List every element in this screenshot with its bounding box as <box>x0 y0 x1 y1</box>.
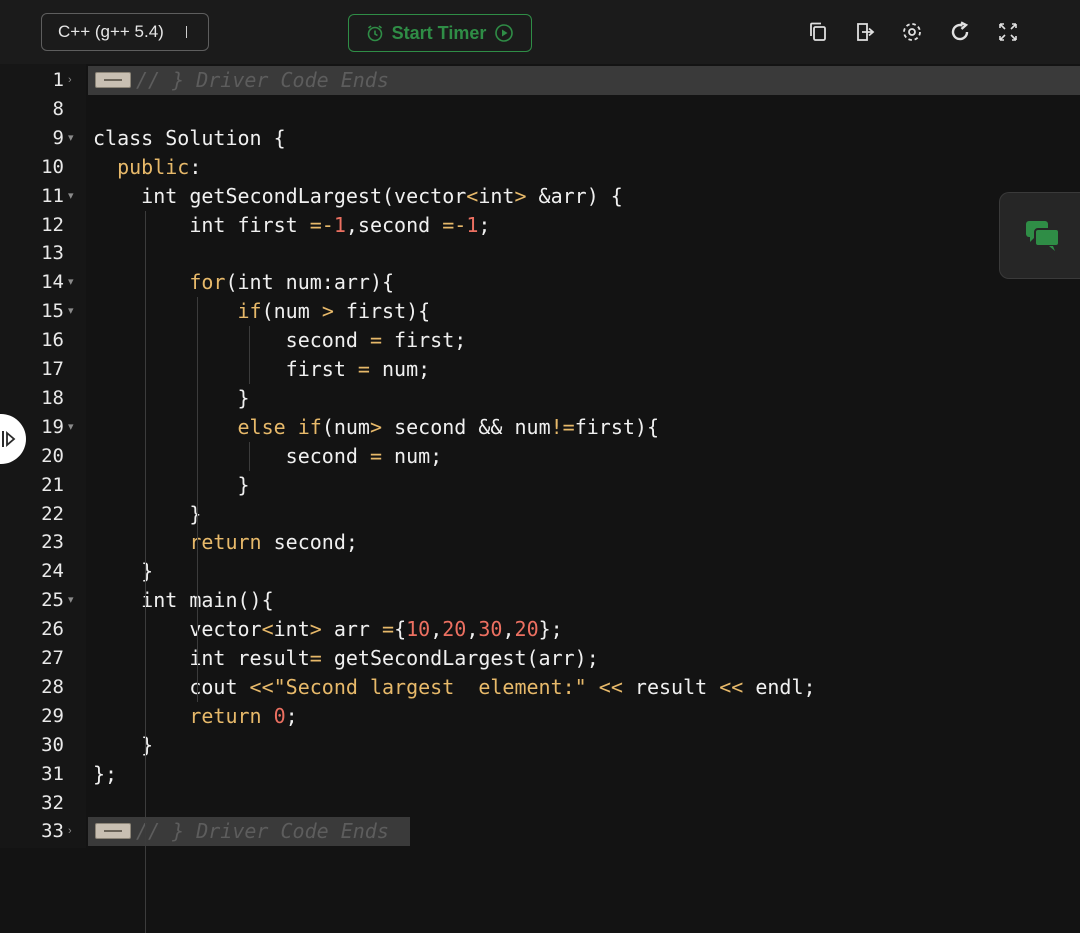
line-number: 8 <box>0 95 64 124</box>
code-line[interactable]: int result= getSecondLargest(arr); <box>93 644 599 673</box>
line-number: 32 <box>0 789 64 818</box>
copy-icon[interactable] <box>805 19 831 45</box>
start-timer-button[interactable]: Start Timer <box>348 14 532 52</box>
language-select[interactable]: C++ (g++ 5.4) <box>41 13 209 51</box>
code-line[interactable]: // } Driver Code Ends <box>136 817 389 846</box>
fold-collapse-icon[interactable]: ▾ <box>68 413 78 442</box>
indent-guide <box>249 326 250 384</box>
line-number: 23 <box>0 528 64 557</box>
expand-panel-icon <box>2 429 16 449</box>
indent-guide <box>145 789 146 933</box>
code-line[interactable]: } <box>93 471 250 500</box>
play-circle-icon <box>494 23 514 43</box>
line-number: 15 <box>0 297 64 326</box>
line-number: 13 <box>0 239 64 268</box>
chat-panel-toggle[interactable] <box>999 192 1080 279</box>
indent-guide <box>197 297 198 702</box>
reset-icon[interactable] <box>947 19 973 45</box>
code-line[interactable]: // } Driver Code Ends <box>136 66 389 95</box>
line-number: 1 <box>0 66 64 95</box>
start-timer-label: Start Timer <box>392 23 487 44</box>
code-line[interactable]: second = first; <box>93 326 466 355</box>
code-line[interactable]: return second; <box>93 528 358 557</box>
code-line[interactable]: } <box>93 384 250 413</box>
indent-guide <box>145 211 146 789</box>
code-line[interactable]: cout <<"Second largest element:" << resu… <box>93 673 816 702</box>
code-editor[interactable]: 1›// } Driver Code Ends89▾class Solution… <box>0 64 1080 848</box>
dropdown-caret-icon <box>179 26 187 38</box>
line-number: 21 <box>0 471 64 500</box>
line-number: 16 <box>0 326 64 355</box>
chat-icon <box>1025 220 1061 252</box>
code-line[interactable]: vector<int> arr ={10,20,30,20}; <box>93 615 563 644</box>
line-number: 24 <box>0 557 64 586</box>
fold-collapse-icon[interactable]: ▾ <box>68 297 78 326</box>
line-number: 30 <box>0 731 64 760</box>
line-number: 27 <box>0 644 64 673</box>
line-number: 29 <box>0 702 64 731</box>
code-line[interactable]: class Solution { <box>93 124 286 153</box>
settings-icon[interactable] <box>899 19 925 45</box>
line-number: 33 <box>0 817 64 846</box>
line-number: 28 <box>0 673 64 702</box>
line-number: 18 <box>0 384 64 413</box>
line-number: 10 <box>0 153 64 182</box>
code-line[interactable]: public: <box>93 153 201 182</box>
indent-guide <box>249 442 250 471</box>
code-line[interactable]: } <box>93 500 201 529</box>
code-line[interactable]: int main(){ <box>93 586 274 615</box>
code-line[interactable]: int getSecondLargest(vector<int> &arr) { <box>93 182 623 211</box>
fold-collapse-icon[interactable]: ▾ <box>68 268 78 297</box>
line-number: 12 <box>0 211 64 240</box>
line-number: 22 <box>0 500 64 529</box>
line-number: 17 <box>0 355 64 384</box>
exit-icon[interactable] <box>851 19 877 45</box>
fold-expand-icon[interactable]: › <box>68 66 78 95</box>
line-number: 14 <box>0 268 64 297</box>
code-line[interactable]: if(num > first){ <box>93 297 430 326</box>
collapsed-code-marker-icon[interactable] <box>95 823 131 839</box>
line-number: 9 <box>0 124 64 153</box>
fold-expand-icon[interactable]: › <box>68 817 78 846</box>
editor-toolbar: C++ (g++ 5.4) Start Timer <box>0 0 1080 64</box>
line-number: 25 <box>0 586 64 615</box>
fold-collapse-icon[interactable]: ▾ <box>68 586 78 615</box>
code-line[interactable]: int first =-1,second =-1; <box>93 211 490 240</box>
code-line[interactable]: else if(num> second && num!=first){ <box>93 413 659 442</box>
fold-collapse-icon[interactable]: ▾ <box>68 182 78 211</box>
alarm-clock-icon <box>366 24 384 42</box>
language-select-value: C++ (g++ 5.4) <box>58 22 164 41</box>
line-number: 11 <box>0 182 64 211</box>
line-number: 31 <box>0 760 64 789</box>
collapsed-code-marker-icon[interactable] <box>95 72 131 88</box>
code-line[interactable]: for(int num:arr){ <box>93 268 394 297</box>
code-line[interactable]: first = num; <box>93 355 430 384</box>
code-line[interactable]: }; <box>93 760 117 789</box>
code-line[interactable]: return 0; <box>93 702 298 731</box>
fold-collapse-icon[interactable]: ▾ <box>68 124 78 153</box>
line-number: 26 <box>0 615 64 644</box>
fullscreen-icon[interactable] <box>995 19 1021 45</box>
